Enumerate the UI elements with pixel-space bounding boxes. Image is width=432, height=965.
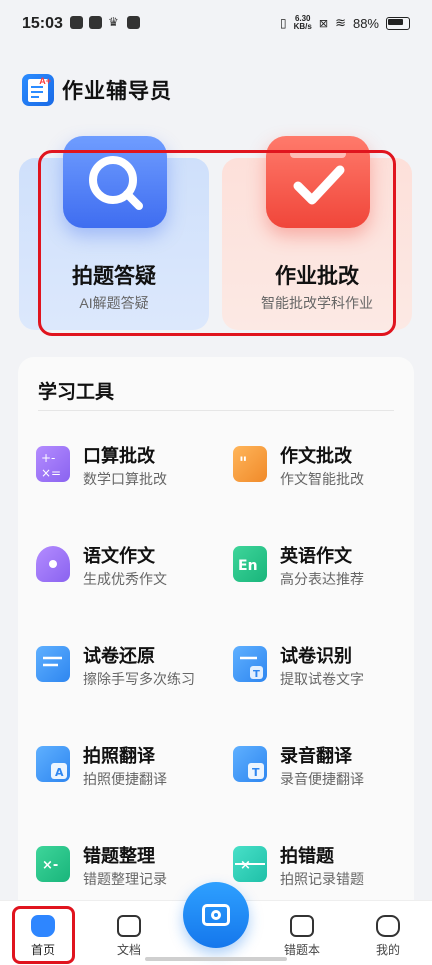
tool-desc: 错题整理记录 (83, 871, 167, 887)
tool-chinese-essay[interactable]: 语文作文 生成优秀作文 (36, 542, 206, 602)
tool-name: 语文作文 (83, 546, 155, 566)
battery-icon (386, 16, 410, 30)
learning-tools-panel: 学习工具 +- ×= 口算批改 数学口算批改 " 作文批改 作文智能批改 语文作文… (18, 357, 414, 917)
svg-text:T: T (252, 766, 260, 779)
tool-mistake-organize[interactable]: ×- 错题整理 错题整理记录 (36, 842, 206, 902)
tool-desc: 生成优秀作文 (83, 571, 167, 587)
camera-icon (202, 904, 230, 926)
hero-highlight-box (38, 150, 396, 336)
battery-percent: 88% (352, 15, 379, 31)
tab-mistakes-label: 错题本 (283, 943, 320, 957)
tool-name: 口算批改 (83, 446, 155, 466)
camera-button[interactable] (183, 882, 249, 948)
paper-restore-icon (36, 646, 70, 682)
notification-icon (89, 16, 102, 29)
svg-text:T: T (253, 669, 260, 680)
tool-name: 作文批改 (280, 446, 352, 466)
english-icon: En (233, 546, 267, 582)
svg-text:": " (239, 453, 247, 472)
tool-name: 拍错题 (280, 846, 334, 866)
audio-translate-icon: T (233, 746, 267, 782)
tool-desc: 拍照便捷翻译 (83, 771, 167, 787)
paper-scan-icon: T (233, 646, 267, 682)
svg-text:En: En (238, 558, 258, 574)
tool-english-essay[interactable]: En 英语作文 高分表达推荐 (233, 542, 403, 602)
crown-icon: ♛ (108, 15, 119, 29)
tool-paper-restore[interactable]: 试卷还原 擦除手写多次练习 (36, 642, 206, 702)
vibrate-icon: ▯ (280, 16, 287, 30)
tool-name: 试卷识别 (280, 646, 352, 666)
app-title: 作业辅导员 (62, 80, 172, 103)
tool-desc: 高分表达推荐 (280, 571, 364, 587)
tool-desc: 擦除手写多次练习 (83, 671, 195, 687)
tool-desc: 录音便捷翻译 (280, 771, 364, 787)
tool-name: 错题整理 (83, 846, 155, 866)
tool-essay-grading[interactable]: " 作文批改 作文智能批改 (233, 442, 403, 502)
tab-mine-label: 我的 (375, 943, 400, 957)
profile-icon (376, 915, 400, 937)
tool-photo-mistake[interactable]: × 拍错题 拍照记录错题 (233, 842, 403, 902)
svg-text:×=: ×= (41, 466, 61, 480)
divider (38, 410, 394, 411)
home-tab-highlight-box (12, 906, 75, 964)
tools-title: 学习工具 (38, 382, 115, 403)
wifi-icon: ≋ (335, 15, 346, 30)
tool-audio-translate[interactable]: T 录音翻译 录音便捷翻译 (233, 742, 403, 802)
folder-icon (117, 915, 141, 937)
app-header: A+ 作业辅导员 (22, 74, 172, 106)
wrong-organize-icon: ×- (36, 846, 70, 882)
app-logo-icon: A+ (22, 74, 54, 106)
tab-mistakes[interactable]: 错题本 (272, 915, 332, 958)
tool-oral-math[interactable]: +- ×= 口算批改 数学口算批改 (36, 442, 206, 502)
tool-desc: 拍照记录错题 (280, 871, 364, 887)
status-time: 15:03 (22, 15, 63, 32)
tool-name: 试卷还原 (83, 646, 155, 666)
status-right: ▯ 6.30 KB/s ⊠ ≋ 88% (280, 15, 410, 31)
tab-docs-label: 文档 (116, 943, 141, 957)
tool-name: 录音翻译 (280, 746, 352, 766)
sim-off-icon: ⊠ (318, 17, 329, 30)
status-bar: 15:03 ♛ ▯ 6.30 KB/s ⊠ ≋ 88% (0, 0, 432, 50)
notification-icon (70, 16, 83, 29)
tab-mine[interactable]: 我的 (358, 915, 418, 958)
notification-icons: ♛ (70, 16, 140, 29)
mail-icon (127, 16, 140, 29)
book-icon (290, 915, 314, 937)
pen-icon (36, 546, 70, 582)
tool-name: 英语作文 (280, 546, 352, 566)
wrong-scan-icon: × (233, 846, 267, 882)
speed-unit: KB/s (293, 22, 312, 31)
tool-photo-translate[interactable]: A 拍照翻译 拍照便捷翻译 (36, 742, 206, 802)
tool-desc: 数学口算批改 (83, 471, 167, 487)
tool-desc: 提取试卷文字 (280, 671, 364, 687)
math-icon: +- ×= (36, 446, 70, 482)
tool-name: 拍照翻译 (83, 746, 155, 766)
svg-text:×: × (240, 858, 251, 873)
svg-text:×-: ×- (42, 858, 58, 873)
tool-paper-recognition[interactable]: T 试卷识别 提取试卷文字 (233, 642, 403, 702)
photo-translate-icon: A (36, 746, 70, 782)
essay-icon: " (233, 446, 267, 482)
home-indicator (145, 957, 287, 961)
svg-text:+-: +- (41, 451, 55, 465)
tool-desc: 作文智能批改 (280, 471, 364, 487)
network-speed: 6.30 KB/s (294, 15, 312, 31)
tab-docs[interactable]: 文档 (99, 915, 159, 958)
svg-text:A: A (55, 766, 64, 779)
